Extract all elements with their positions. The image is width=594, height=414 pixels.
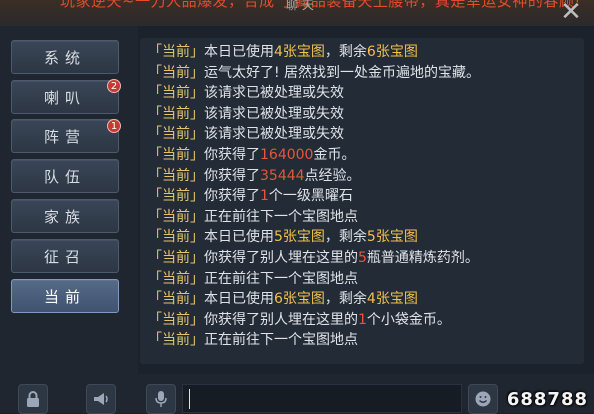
lock-icon[interactable] <box>18 384 48 414</box>
broadcast-banner: 玩家逆天~一刀人品爆发，合成 了藏品装备天上腰带，真是幸运女神的春顾! 聊 天 … <box>0 0 594 26</box>
chat-message: 「当前」你获得了别人埋在这里的5瓶普通精炼药剂。 <box>148 248 479 268</box>
message-text: 本日已使用 <box>204 229 274 246</box>
message-text: ，剩余 <box>324 291 367 308</box>
message-text: 你获得了 <box>204 188 260 205</box>
message-text: 你获得了别人埋在这里的 <box>204 311 358 328</box>
watermark: 688788 <box>506 389 588 410</box>
channel-tag: 「当前」 <box>148 208 204 225</box>
chat-log[interactable]: 「当前」本日已使用4张宝图，剩余6张宝图 「当前」运气太好了! 居然找到一处金币遍… <box>140 38 584 364</box>
tab-recruit[interactable]: 征召 <box>11 239 119 273</box>
message-text: 你获得了 <box>204 167 260 184</box>
tab-horn[interactable]: 喇叭 <box>11 80 119 114</box>
chat-message: 「当前」本日已使用6张宝图，剩余4张宝图 <box>148 289 418 309</box>
chat-message: 「当前」正在前往下一个宝图地点 <box>148 330 358 350</box>
chat-message: 「当前」运气太好了! 居然找到一处金币遍地的宝藏。 <box>148 63 480 83</box>
chat-message: 「当前」正在前往下一个宝图地点 <box>148 269 358 289</box>
chat-message: 「当前」正在前往下一个宝图地点 <box>148 207 358 227</box>
channel-tag: 「当前」 <box>148 250 204 266</box>
channel-tag: 「当前」 <box>148 147 204 163</box>
message-text: 该请求已被处理或失效 <box>204 85 344 102</box>
message-text: 正在前往下一个宝图地点 <box>204 332 358 349</box>
chat-message: 「当前」本日已使用5张宝图，剩余5张宝图 <box>148 227 418 247</box>
chat-message: 「当前」你获得了别人埋在这里的1个小袋金币。 <box>148 310 451 330</box>
chat-message: 「当前」你获得了35444点经验。 <box>148 166 361 186</box>
microphone-icon[interactable] <box>146 384 176 414</box>
channel-tag: 「当前」 <box>148 188 204 205</box>
message-text: 本日已使用 <box>204 291 274 308</box>
faction-badge: 1 <box>107 119 121 133</box>
channel-tag: 「当前」 <box>148 291 204 308</box>
tab-team[interactable]: 队伍 <box>11 159 119 193</box>
chat-message: 「当前」该请求已被处理或失效 <box>148 104 344 124</box>
message-text: 正在前往下一个宝图地点 <box>204 270 358 287</box>
message-text: 你获得了别人埋在这里的 <box>204 250 358 266</box>
message-text: 6张宝图 <box>274 291 325 308</box>
message-text: 5张宝图 <box>366 229 418 246</box>
message-text: 164000 <box>260 147 314 163</box>
message-text: 4张宝图 <box>366 291 418 308</box>
speaker-icon[interactable] <box>86 384 116 414</box>
tab-faction[interactable]: 阵营 <box>11 119 119 153</box>
message-text: 4张宝图 <box>274 44 325 60</box>
channel-tag: 「当前」 <box>148 270 204 287</box>
channel-tag: 「当前」 <box>148 229 204 246</box>
channel-tag: 「当前」 <box>148 332 204 349</box>
message-text: 5张宝图 <box>274 229 325 246</box>
chat-message: 「当前」该请求已被处理或失效 <box>148 124 344 144</box>
chat-message: 「当前」本日已使用4张宝图，剩余6张宝图 <box>148 42 418 62</box>
channel-tag: 「当前」 <box>148 64 204 81</box>
channel-tag: 「当前」 <box>148 167 204 184</box>
horn-badge: 2 <box>107 79 121 93</box>
channel-tag: 「当前」 <box>148 105 204 122</box>
message-text: 瓶普通精炼药剂。 <box>366 250 479 266</box>
tab-family[interactable]: 家族 <box>11 199 119 233</box>
message-text: 正在前往下一个宝图地点 <box>204 208 358 225</box>
message-text: 个小袋金币。 <box>366 311 451 328</box>
message-text: 个一级黑曜石 <box>268 188 353 205</box>
window-title: 聊 天 <box>286 0 314 12</box>
message-text: 1 <box>260 188 269 205</box>
text-caret <box>189 389 190 409</box>
close-icon[interactable]: ✕ <box>556 0 586 26</box>
chat-message: 「当前」你获得了1个一级黑曜石 <box>148 186 353 206</box>
chat-input[interactable] <box>182 384 462 413</box>
message-text: 该请求已被处理或失效 <box>204 105 344 122</box>
message-text: 金币。 <box>313 147 356 163</box>
message-text: 本日已使用 <box>204 44 274 60</box>
message-text: 5 <box>358 250 367 266</box>
message-text: ，剩余 <box>324 44 367 60</box>
message-text: 1 <box>358 311 367 328</box>
chat-message: 「当前」该请求已被处理或失效 <box>148 83 344 103</box>
message-text: 点经验。 <box>304 167 361 184</box>
channel-tag: 「当前」 <box>148 126 204 143</box>
message-text: 35444 <box>260 167 305 184</box>
channel-tag: 「当前」 <box>148 311 204 328</box>
message-text: 你获得了 <box>204 147 260 163</box>
chat-message: 「当前」你获得了164000金币。 <box>148 145 355 165</box>
emoji-icon[interactable] <box>468 384 498 414</box>
tab-current[interactable]: 当前 <box>11 279 119 313</box>
message-text: 运气太好了! 居然找到一处金币遍地的宝藏。 <box>204 64 481 81</box>
tab-system[interactable]: 系统 <box>11 40 119 74</box>
channel-tag: 「当前」 <box>148 85 204 102</box>
message-text: 6张宝图 <box>366 44 418 60</box>
message-text: ，剩余 <box>324 229 367 246</box>
channel-tag: 「当前」 <box>148 44 204 60</box>
message-text: 该请求已被处理或失效 <box>204 126 344 143</box>
